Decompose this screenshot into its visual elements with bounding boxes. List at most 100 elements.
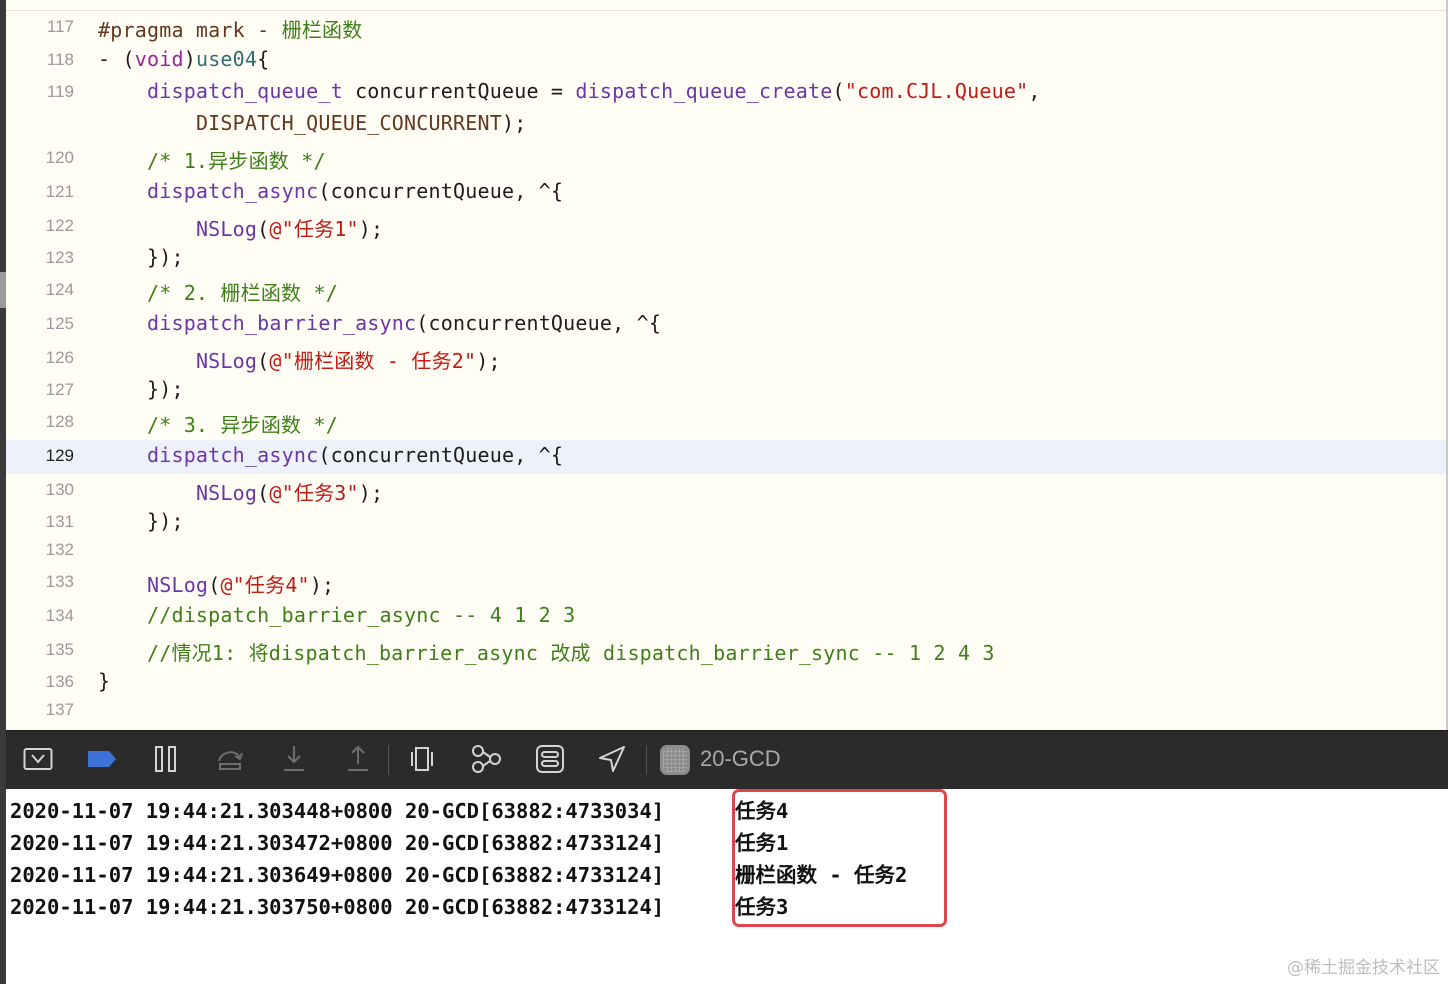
- environment-overrides-button[interactable]: [532, 741, 568, 777]
- code-text: /* 3. 异步函数 */: [98, 409, 338, 438]
- debug-toolbar: 20-GCD: [6, 730, 1448, 790]
- line-number[interactable]: 119: [6, 82, 74, 102]
- code-line[interactable]: 121 dispatch_async(concurrentQueue, ^{: [6, 176, 1446, 210]
- code-line[interactable]: DISPATCH_QUEUE_CONCURRENT);: [6, 108, 1446, 142]
- console-output[interactable]: 2020-11-07 19:44:21.303448+0800 20-GCD[6…: [6, 789, 1448, 984]
- code-line[interactable]: 125 dispatch_barrier_async(concurrentQue…: [6, 308, 1446, 342]
- code-token: NSLog: [146, 573, 209, 597]
- code-line[interactable]: 130 NSLog(@"任务3");: [6, 474, 1446, 506]
- code-line[interactable]: 123 });: [6, 242, 1446, 274]
- line-number[interactable]: 123: [6, 248, 74, 268]
- code-token: });: [98, 509, 184, 533]
- line-number[interactable]: 137: [6, 700, 74, 720]
- code-token: (: [257, 217, 270, 241]
- line-number[interactable]: 131: [6, 512, 74, 532]
- line-number[interactable]: 120: [6, 148, 74, 168]
- simulate-location-button[interactable]: [594, 741, 630, 777]
- code-line[interactable]: 134 //dispatch_barrier_async -- 4 1 2 3: [6, 600, 1446, 634]
- line-number[interactable]: 130: [6, 480, 74, 500]
- code-line[interactable]: 126 NSLog(@"栅栏函数 - 任务2");: [6, 342, 1446, 374]
- code-line[interactable]: 127 });: [6, 374, 1446, 406]
- step-out-button[interactable]: [340, 741, 376, 777]
- line-number[interactable]: 125: [6, 314, 74, 334]
- code-line[interactable]: 129 dispatch_async(concurrentQueue, ^{: [6, 440, 1446, 474]
- code-token: {: [257, 47, 270, 71]
- highlight-box: [732, 789, 947, 927]
- code-token: (: [257, 481, 270, 505]
- code-line[interactable]: 128 /* 3. 异步函数 */: [6, 406, 1446, 440]
- line-number[interactable]: 117: [6, 17, 74, 37]
- line-number[interactable]: 136: [6, 672, 74, 692]
- code-line[interactable]: 120 /* 1.异步函数 */: [6, 142, 1446, 176]
- line-number[interactable]: 126: [6, 348, 74, 368]
- code-line[interactable]: 132: [6, 534, 1446, 566]
- code-line[interactable]: 117 #pragma mark - 栅栏函数: [6, 11, 1446, 44]
- step-into-icon: [281, 744, 307, 774]
- code-token: (concurrentQueue, ^{: [416, 311, 662, 335]
- line-number[interactable]: 135: [6, 640, 74, 660]
- code-line[interactable]: 136}: [6, 666, 1446, 694]
- code-text: //dispatch_barrier_async -- 4 1 2 3: [98, 603, 575, 627]
- code-text: NSLog(@"栅栏函数 - 任务2");: [98, 345, 501, 374]
- code-token: (concurrentQueue, ^{: [318, 179, 564, 203]
- code-token: NSLog: [195, 349, 258, 373]
- line-number[interactable]: 118: [6, 50, 74, 70]
- code-line[interactable]: 122 NSLog(@"任务1");: [6, 210, 1446, 242]
- line-number[interactable]: 124: [6, 280, 74, 300]
- line-number[interactable]: 132: [6, 540, 74, 560]
- code-token: );: [309, 573, 335, 597]
- console-log-line: 2020-11-07 19:44:21.303448+0800 20-GCD[6…: [10, 794, 788, 824]
- line-number[interactable]: 127: [6, 380, 74, 400]
- code-text: dispatch_async(concurrentQueue, ^{: [98, 443, 563, 467]
- code-text: NSLog(@"任务1");: [98, 213, 383, 242]
- location-arrow-icon: [597, 744, 627, 774]
- code-line[interactable]: 135 //情况1: 将dispatch_barrier_async 改成 di…: [6, 634, 1446, 666]
- log-prefix: 2020-11-07 19:44:21.303649+0800 20-GCD[6…: [10, 863, 665, 887]
- line-number[interactable]: 134: [6, 606, 74, 626]
- pause-button[interactable]: [148, 741, 184, 777]
- scheme-label[interactable]: 20-GCD: [700, 746, 781, 772]
- code-text: - (void)use04{: [98, 47, 269, 71]
- console-log-line: 2020-11-07 19:44:21.303750+0800 20-GCD[6…: [10, 890, 788, 920]
- code-token: dispatch_async: [146, 443, 319, 467]
- code-line[interactable]: 131 });: [6, 506, 1446, 534]
- xcode-window: 117 #pragma mark - 栅栏函数 118- (void)use04{1…: [0, 0, 1448, 984]
- code-text: dispatch_queue_t concurrentQueue = dispa…: [98, 79, 1041, 103]
- code-line[interactable]: 133 NSLog(@"任务4");: [6, 566, 1446, 600]
- step-over-button[interactable]: [212, 741, 248, 777]
- breakpoint-icon: [86, 749, 118, 769]
- breakpoints-toggle-button[interactable]: [84, 741, 120, 777]
- watermark: @稀土掘金技术社区: [1287, 958, 1440, 978]
- app-scheme-icon[interactable]: [660, 745, 690, 775]
- code-token: });: [98, 245, 184, 269]
- code-token: dispatch_queue_create: [575, 79, 833, 103]
- line-number[interactable]: 129: [6, 446, 74, 466]
- hide-debug-area-button[interactable]: [20, 741, 56, 777]
- code-text: });: [98, 509, 184, 533]
- code-line[interactable]: 124 /* 2. 栅栏函数 */: [6, 274, 1446, 308]
- step-over-icon: [215, 745, 245, 773]
- code-line[interactable]: 118 - (void)use04{: [6, 44, 1446, 77]
- line-number[interactable]: 122: [6, 216, 74, 236]
- line-number[interactable]: 128: [6, 412, 74, 432]
- view-hierarchy-button[interactable]: [404, 741, 440, 777]
- line-number[interactable]: 121: [6, 182, 74, 202]
- hide-panel-icon: [23, 747, 53, 771]
- line-number[interactable]: 133: [6, 572, 74, 592]
- code-token: use04: [195, 47, 258, 71]
- step-into-button[interactable]: [276, 741, 312, 777]
- code-text: dispatch_barrier_async(concurrentQueue, …: [98, 311, 661, 335]
- environment-overrides-icon: [535, 744, 565, 774]
- memory-graph-button[interactable]: [468, 741, 504, 777]
- code-line[interactable]: 119 dispatch_queue_t concurrentQueue = d…: [6, 76, 1446, 108]
- step-out-icon: [345, 744, 371, 774]
- toolbar-divider: [646, 745, 647, 775]
- code-text: });: [98, 245, 184, 269]
- code-line[interactable]: 137: [6, 694, 1446, 722]
- code-editor[interactable]: 117 #pragma mark - 栅栏函数 118- (void)use04{1…: [6, 0, 1446, 730]
